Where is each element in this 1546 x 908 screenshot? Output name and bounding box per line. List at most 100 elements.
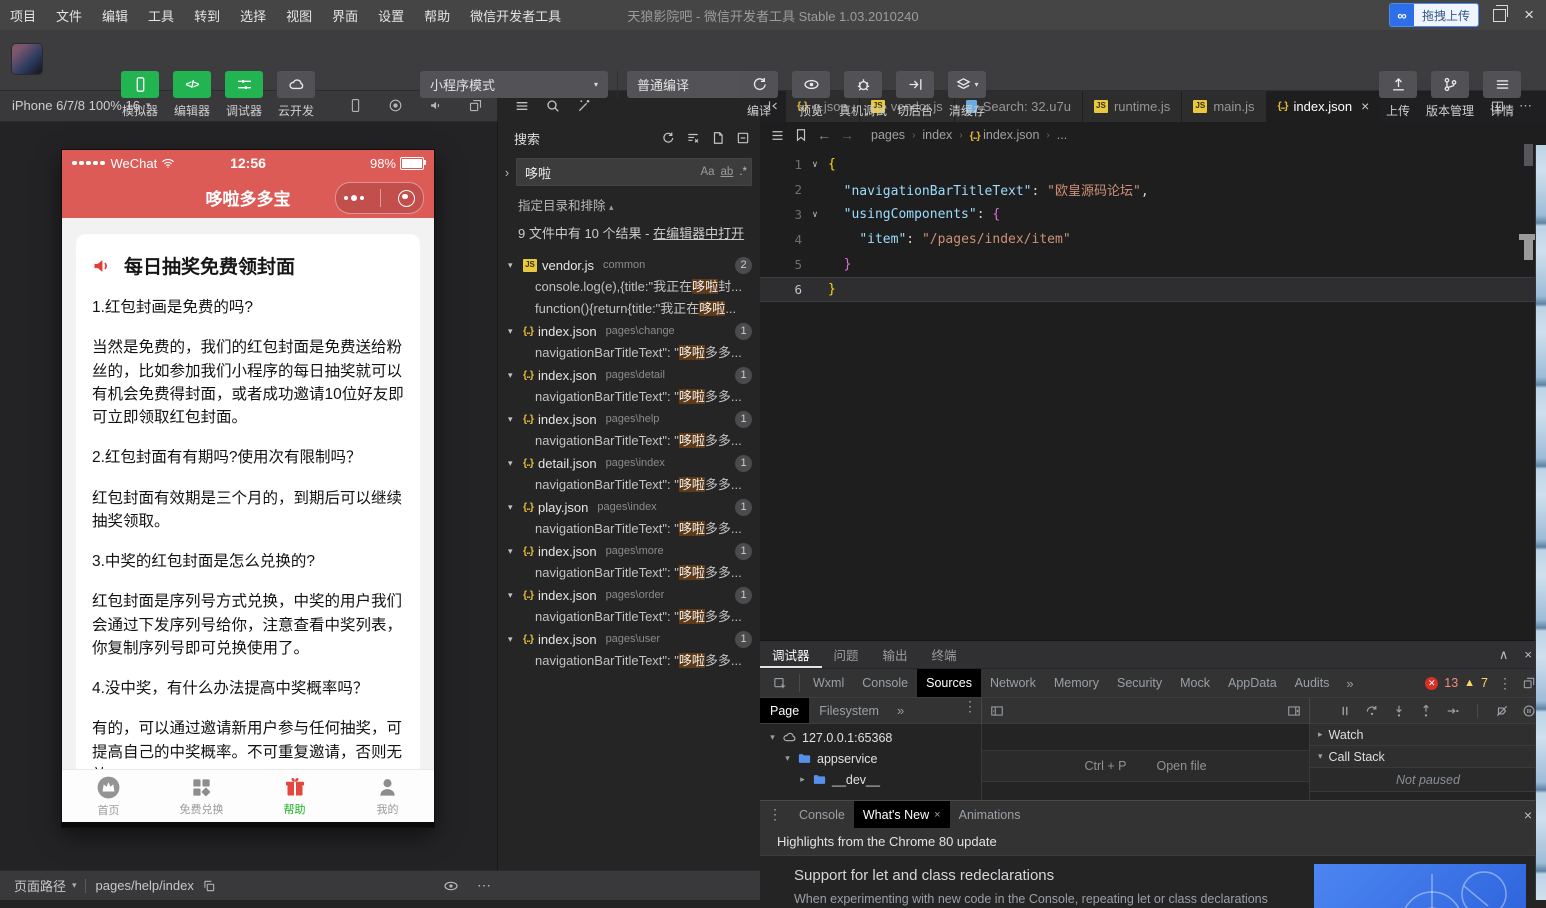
hide-navigator-icon[interactable] (990, 704, 1004, 718)
result-match-row[interactable]: console.log(e),{title:"我正在哆啦封... (498, 276, 760, 298)
step-out-icon[interactable] (1419, 704, 1433, 718)
close-tab-icon[interactable]: × (934, 809, 940, 821)
navigator-menu-icon[interactable]: ⋮ (959, 698, 981, 723)
result-match-row[interactable]: navigationBarTitleText": "哆啦多多... (498, 562, 760, 584)
editor-scrollbar[interactable] (1524, 144, 1533, 166)
toolbar-button[interactable]: 版本管理 (1424, 71, 1476, 119)
result-match-row[interactable]: navigationBarTitleText": "哆啦多多... (498, 342, 760, 364)
chevron-down-icon[interactable]: ▾ (508, 546, 518, 557)
toolbar-button[interactable]: 预览 (785, 71, 837, 119)
code-line[interactable]: 2 "navigationBarTitleText": "欧皇源码论坛", (760, 177, 1546, 202)
menu-item[interactable]: 设置 (368, 6, 414, 25)
result-match-row[interactable]: navigationBarTitleText": "哆啦多多... (498, 386, 760, 408)
twisty-icon[interactable]: ▾ (768, 732, 777, 743)
devtools-tab-network[interactable]: Network (981, 669, 1045, 697)
record-icon[interactable] (388, 98, 403, 113)
result-match-row[interactable]: navigationBarTitleText": "哆啦多多... (498, 430, 760, 452)
result-file-row[interactable]: ▾{..}play.jsonpages\index1 (498, 496, 760, 518)
editor-tab[interactable]: JSmain.js (1182, 90, 1266, 122)
chevron-down-icon[interactable]: ▾ (508, 370, 518, 381)
scope-toggle[interactable]: 指定目录和排除 ▴ (498, 188, 760, 216)
chevron-down-icon[interactable]: ▾ (508, 260, 518, 271)
menu-item[interactable]: 帮助 (414, 6, 460, 25)
call-stack-section[interactable]: ▾ Call Stack (1310, 746, 1546, 768)
toolbar-button[interactable]: 上传 (1372, 71, 1424, 119)
wand-icon[interactable] (576, 98, 592, 114)
breadcrumb-item[interactable]: pages (871, 128, 905, 142)
user-avatar[interactable] (12, 44, 42, 74)
toolbar-button[interactable]: 切后台 (889, 71, 941, 119)
mode-select[interactable]: 小程序模式 ▾ (420, 71, 608, 98)
breadcrumb-item[interactable]: ... (1057, 128, 1067, 142)
capsule-menu[interactable] (335, 182, 424, 214)
toolbar-button[interactable]: 编译 (733, 71, 785, 119)
result-file-row[interactable]: ▾{..}index.jsonpages\user1 (498, 628, 760, 650)
breadcrumb-item[interactable]: {..} index.json (970, 128, 1040, 142)
close-tab-icon[interactable]: × (1361, 98, 1369, 114)
result-file-row[interactable]: ▾{..}index.jsonpages\order1 (498, 584, 760, 606)
fold-icon[interactable]: ∨ (802, 160, 828, 170)
tree-item[interactable]: ▾appservice (760, 748, 981, 769)
devtools-tab-mock[interactable]: Mock (1171, 669, 1219, 697)
editor-tab[interactable]: {..}index.json× (1267, 90, 1382, 122)
chevron-down-icon[interactable]: ▾ (508, 458, 518, 469)
devtools-tab-audits[interactable]: Audits (1286, 669, 1339, 697)
more-panes-icon[interactable]: » (889, 698, 912, 723)
result-match-row[interactable]: navigationBarTitleText": "哆啦多多... (498, 518, 760, 540)
chevron-down-icon[interactable]: ▾ (508, 414, 518, 425)
fold-icon[interactable]: ∨ (802, 210, 828, 220)
sources-tab-page[interactable]: Page (760, 698, 809, 723)
devtools-tab-security[interactable]: Security (1108, 669, 1171, 697)
warning-count[interactable]: 7 (1481, 676, 1488, 690)
devtools-tab-wxml[interactable]: Wxml (804, 669, 853, 697)
menu-item[interactable]: 选择 (230, 6, 276, 25)
nav-back-icon[interactable]: ← (817, 127, 831, 143)
show-debugger-icon[interactable] (1287, 704, 1301, 718)
toolbar-button[interactable]: 真机调试 (837, 71, 889, 119)
clear-results-icon[interactable] (686, 131, 700, 145)
close-target-icon[interactable] (398, 190, 415, 207)
twisty-icon[interactable]: ▸ (798, 774, 807, 785)
devtools-tab-memory[interactable]: Memory (1045, 669, 1108, 697)
debugger-tab[interactable]: 问题 (822, 641, 871, 668)
step-over-icon[interactable] (1365, 704, 1379, 718)
window-restore-icon[interactable] (1493, 9, 1506, 22)
chevron-down-icon[interactable]: ▾ (508, 502, 518, 513)
tree-item[interactable]: ▾127.0.0.1:65368 (760, 727, 981, 748)
result-file-row[interactable]: ▾{..}detail.jsonpages\index1 (498, 452, 760, 474)
debugger-tab[interactable]: 输出 (871, 641, 920, 668)
toolbar-button[interactable]: 详情 (1476, 71, 1528, 119)
eye-icon[interactable] (443, 878, 459, 894)
editor-tab[interactable]: JSruntime.js (1083, 90, 1182, 122)
device-frame-icon[interactable] (348, 98, 363, 113)
breadcrumb-item[interactable]: index (922, 128, 952, 142)
file-list-icon[interactable] (514, 98, 530, 114)
drag-upload-badge[interactable]: ∞ 拖拽上传 (1389, 3, 1479, 27)
phone-tab-crown[interactable]: 首页 (62, 770, 155, 822)
copy-path-icon[interactable] (202, 879, 216, 893)
result-match-row[interactable]: navigationBarTitleText": "哆啦多多... (498, 606, 760, 628)
more-options-icon[interactable]: ⋯ (477, 877, 491, 894)
devtools-tab-sources[interactable]: Sources (917, 669, 981, 697)
undock-icon[interactable] (1522, 676, 1536, 690)
twisty-icon[interactable]: ▾ (783, 753, 792, 764)
menu-item[interactable]: 编辑 (92, 6, 138, 25)
tree-item[interactable]: ▸__dev__ (760, 769, 981, 790)
toolbar-button[interactable]: ▾清缓存 (941, 71, 993, 119)
window-close-icon[interactable]: × (1520, 5, 1538, 25)
page-path-label[interactable]: 页面路径 (14, 876, 66, 895)
result-file-row[interactable]: ▾{..}index.jsonpages\detail1 (498, 364, 760, 386)
result-file-row[interactable]: ▾{..}index.jsonpages\more1 (498, 540, 760, 562)
code-line[interactable]: 3∨ "usingComponents": { (760, 202, 1546, 227)
toolbar-button[interactable]: </>编辑器 (166, 71, 218, 119)
step-into-icon[interactable] (1392, 704, 1406, 718)
result-file-row[interactable]: ▾{..}index.jsonpages\change1 (498, 320, 760, 342)
refresh-results-icon[interactable] (661, 131, 675, 145)
toggle-replace-icon[interactable]: › (500, 165, 514, 180)
error-count[interactable]: 13 (1444, 676, 1458, 690)
inspect-element-icon[interactable] (766, 669, 795, 697)
devtools-tab-appdata[interactable]: AppData (1219, 669, 1286, 697)
debugger-tab[interactable]: 调试器 (760, 641, 822, 668)
drawer-menu-icon[interactable]: ⋮ (760, 801, 790, 828)
open-in-editor-link[interactable]: 在编辑器中打开 (653, 226, 744, 241)
